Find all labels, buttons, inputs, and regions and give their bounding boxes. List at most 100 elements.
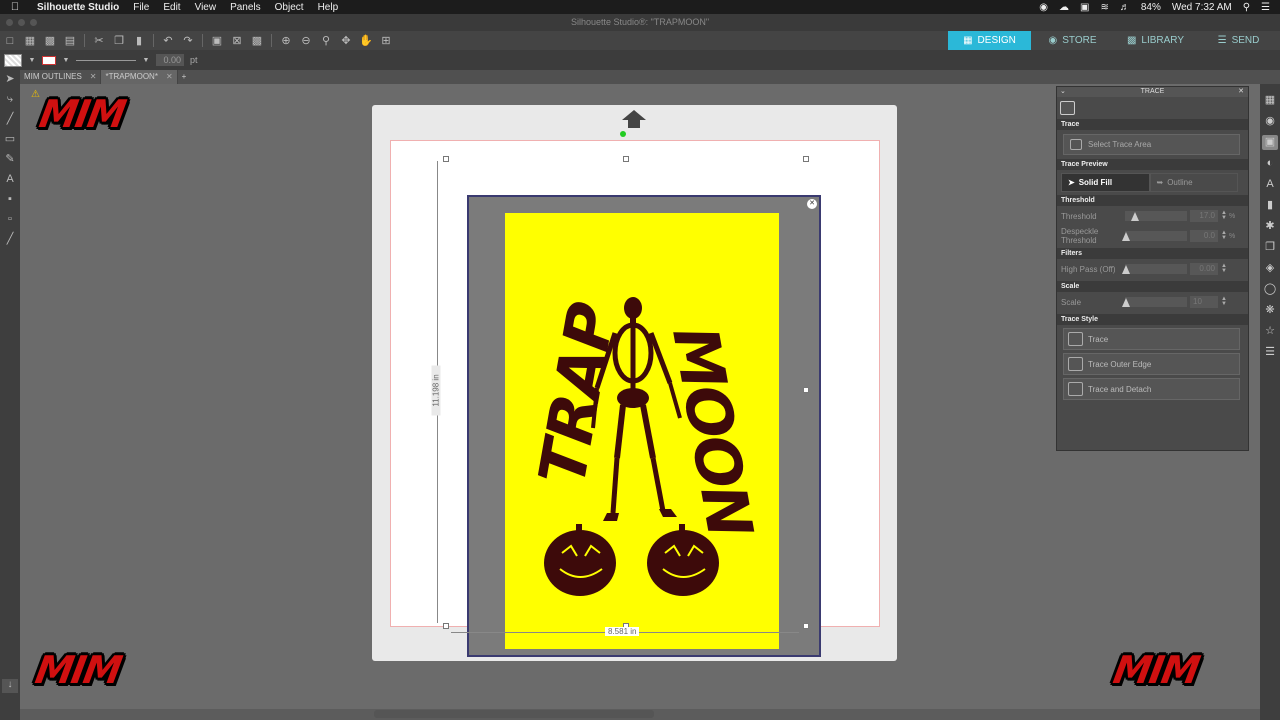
slider-thumb[interactable]: [1122, 265, 1130, 274]
menu-file[interactable]: File: [126, 2, 156, 13]
menu-view[interactable]: View: [188, 2, 224, 13]
scale-slider[interactable]: [1122, 297, 1187, 307]
store-tab[interactable]: ◉ STORE: [1031, 31, 1114, 50]
hatch-icon[interactable]: ☰: [1265, 345, 1275, 360]
despeckle-stepper[interactable]: ▲ ▼: [1221, 230, 1227, 241]
threshold-stepper[interactable]: ▲ ▼: [1221, 210, 1227, 221]
paste-icon[interactable]: ▮: [129, 34, 149, 47]
traced-image[interactable]: ✕ TRAP MOON: [467, 195, 821, 657]
warning-icon[interactable]: ⚠: [31, 89, 40, 100]
highpass-stepper[interactable]: ▲ ▼: [1221, 263, 1227, 274]
despeckle-input[interactable]: 0.0: [1190, 230, 1218, 242]
scale-stepper[interactable]: ▲ ▼: [1221, 296, 1227, 307]
tab-trapmoon[interactable]: *TRAPMOON* ✕: [101, 70, 178, 84]
eraser-tool-icon[interactable]: ▫: [8, 212, 12, 226]
trace-icon[interactable]: ▣: [1262, 135, 1278, 150]
close-icon[interactable]: ✕: [1238, 87, 1244, 97]
send-tab[interactable]: ☰ SEND: [1197, 31, 1280, 50]
select-trace-area-button[interactable]: Select Trace Area: [1063, 134, 1240, 155]
select-tool-icon[interactable]: ➤: [5, 72, 14, 86]
trace-button[interactable]: Trace: [1063, 328, 1240, 350]
trace-and-detach-button[interactable]: Trace and Detach: [1063, 378, 1240, 400]
pan-icon[interactable]: ✋: [356, 34, 376, 47]
menu-object[interactable]: Object: [268, 2, 311, 13]
align-icon[interactable]: ▮: [1267, 198, 1273, 213]
knife-tool-icon[interactable]: ╱: [7, 232, 14, 246]
menu-panels[interactable]: Panels: [223, 2, 268, 13]
offset-icon[interactable]: ◯: [1264, 282, 1276, 297]
replicate-icon[interactable]: ❐: [1265, 240, 1275, 255]
pencil-tool-icon[interactable]: ✎: [5, 152, 14, 166]
copy-icon[interactable]: ❐: [109, 34, 129, 47]
trace-outer-edge-button[interactable]: Trace Outer Edge: [1063, 353, 1240, 375]
palette-icon[interactable]: ◉: [1265, 114, 1275, 129]
battery-text[interactable]: 84%: [1141, 2, 1161, 13]
scale-input[interactable]: 10: [1190, 296, 1218, 308]
undo-icon[interactable]: ↶: [158, 34, 178, 47]
sketch-icon[interactable]: ❋: [1265, 303, 1274, 318]
resize-handle[interactable]: [623, 156, 629, 162]
resize-handle[interactable]: [803, 387, 809, 393]
fill-tool-icon[interactable]: ▪: [8, 192, 12, 206]
save-icon[interactable]: ▩: [40, 34, 60, 47]
threshold-input[interactable]: 17.0: [1190, 210, 1218, 222]
library-panel-icon[interactable]: ▦: [1265, 93, 1275, 108]
redo-icon[interactable]: ↷: [178, 34, 198, 47]
resize-handle[interactable]: [443, 156, 449, 162]
list-icon[interactable]: ☰: [1261, 2, 1270, 13]
modify-icon[interactable]: ◈: [1266, 261, 1274, 276]
clock[interactable]: Wed 7:32 AM: [1172, 2, 1232, 13]
display-icon[interactable]: ▣: [1080, 2, 1089, 13]
chevron-down-icon[interactable]: ⌄: [1060, 87, 1066, 97]
chevron-down-icon[interactable]: ▼: [28, 57, 36, 64]
line-tool-icon[interactable]: ╱: [7, 112, 14, 126]
stroke-swatch[interactable]: [42, 55, 56, 65]
zoom-select-icon[interactable]: ⚲: [316, 34, 336, 47]
fit-page-icon[interactable]: ⊞: [376, 34, 396, 47]
image-close-icon[interactable]: ✕: [807, 199, 817, 209]
search-icon[interactable]: ⚲: [1243, 2, 1250, 13]
menu-app[interactable]: Silhouette Studio: [30, 2, 126, 13]
slider-thumb[interactable]: [1122, 298, 1130, 307]
zoom-in-icon[interactable]: ⊕: [276, 34, 296, 47]
resize-handle[interactable]: [803, 156, 809, 162]
select-all-icon[interactable]: ▩: [247, 34, 267, 47]
rectangle-tool-icon[interactable]: ▭: [5, 132, 15, 146]
close-icon[interactable]: ✕: [166, 70, 173, 84]
resize-handle[interactable]: [803, 623, 809, 629]
horizontal-scrollbar[interactable]: [374, 710, 654, 718]
line-style-select[interactable]: [76, 59, 136, 61]
cloud-icon[interactable]: ☁: [1059, 2, 1069, 13]
new-tab-button[interactable]: +: [178, 70, 191, 84]
node-tool-icon[interactable]: ⤷: [7, 92, 13, 106]
design-tab[interactable]: ▦ DESIGN: [948, 31, 1031, 50]
transform-icon[interactable]: ✱: [1265, 219, 1274, 234]
fill-swatch[interactable]: [4, 53, 22, 67]
text-tool-icon[interactable]: A: [6, 172, 13, 186]
record-icon[interactable]: ◉: [1039, 2, 1048, 13]
move-icon[interactable]: ✥: [336, 34, 356, 47]
despeckle-slider[interactable]: [1122, 231, 1187, 241]
threshold-slider[interactable]: [1125, 211, 1187, 221]
library-tab[interactable]: ▩ LIBRARY: [1114, 31, 1197, 50]
apple-icon[interactable]: : [0, 1, 30, 13]
slider-thumb[interactable]: [1131, 212, 1139, 221]
ungroup-icon[interactable]: ⊠: [227, 34, 247, 47]
window-controls[interactable]: [6, 19, 37, 26]
zoom-out-icon[interactable]: ⊖: [296, 34, 316, 47]
print-icon[interactable]: ▤: [60, 34, 80, 47]
chevron-down-icon[interactable]: ▼: [142, 57, 150, 64]
import-icon[interactable]: ↓: [2, 679, 18, 693]
open-icon[interactable]: ▦: [20, 34, 40, 47]
stroke-width-input[interactable]: 0.00: [156, 54, 184, 66]
tab-mim-outlines[interactable]: MIM OUTLINES ✕: [20, 70, 102, 84]
highpass-input[interactable]: 0.00: [1190, 263, 1218, 275]
cut-icon[interactable]: ✂: [89, 34, 109, 47]
slider-thumb[interactable]: [1122, 232, 1130, 241]
star-icon[interactable]: ☆: [1265, 324, 1275, 339]
menu-help[interactable]: Help: [311, 2, 346, 13]
new-icon[interactable]: □: [0, 35, 20, 47]
highpass-slider[interactable]: [1122, 264, 1187, 274]
wifi-icon[interactable]: ≋: [1100, 2, 1108, 13]
chevron-down-icon[interactable]: ▼: [62, 57, 70, 64]
